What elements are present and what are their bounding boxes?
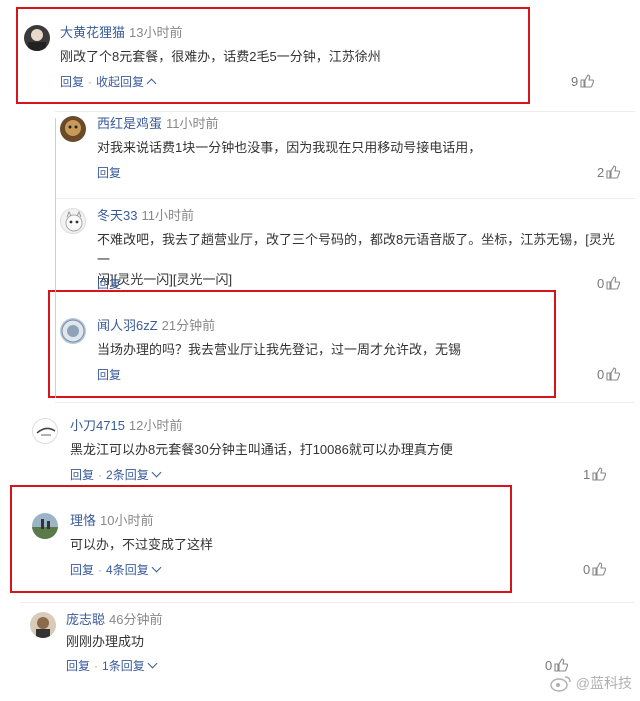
comment-text: 刚改了个8元套餐，很难办，话费2毛5一分钟，江苏徐州 (60, 49, 381, 64)
avatar[interactable] (32, 418, 58, 444)
comment-text: 可以办，不过变成了这样 (70, 537, 214, 552)
comment-text: 黑龙江可以办8元套餐30分钟主叫通话，打10086就可以办理真方便 (70, 442, 453, 457)
like-count: 2 (597, 165, 605, 180)
avatar[interactable] (32, 513, 58, 539)
expand-replies-button[interactable]: 1条回复 (102, 658, 158, 673)
reply-button[interactable]: 回复 (97, 166, 121, 180)
divider (20, 602, 635, 603)
username[interactable]: 庞志聪 (66, 612, 105, 627)
watermark: @蓝科技 (550, 673, 632, 695)
reply-button[interactable]: 回复 (97, 368, 121, 382)
expand-replies-button[interactable]: 2条回复 (106, 467, 162, 482)
like-button[interactable]: 0 (597, 276, 621, 292)
reply-button[interactable]: 回复 (66, 659, 90, 673)
username[interactable]: 大黄花狸猫 (60, 25, 125, 40)
like-button[interactable]: 9 (571, 74, 595, 90)
reply-button[interactable]: 回复 (97, 277, 121, 291)
expand-replies-button[interactable]: 4条回复 (106, 562, 162, 577)
timestamp: 21分钟前 (161, 318, 216, 333)
username[interactable]: 西红是鸡蛋 (97, 116, 162, 131)
username[interactable]: 理恪 (70, 513, 96, 528)
like-button[interactable]: 0 (545, 658, 569, 674)
username[interactable]: 闻人羽6zZ (97, 318, 158, 333)
username[interactable]: 冬天33 (97, 208, 137, 223)
timestamp: 11小时前 (141, 208, 194, 223)
reply-button[interactable]: 回复 (70, 468, 94, 482)
divider (55, 198, 635, 199)
chevron-down-icon (151, 467, 162, 478)
chevron-down-icon (147, 658, 158, 669)
comment-text: 当场办理的吗？我去营业厅让我先登记，过一周才允许改，无锡 (97, 342, 462, 357)
timestamp: 11小时前 (166, 116, 219, 131)
reply-button[interactable]: 回复 (60, 75, 84, 89)
weibo-logo-icon (550, 674, 572, 695)
like-button[interactable]: 2 (597, 165, 621, 181)
like-count: 0 (545, 658, 553, 673)
avatar[interactable] (30, 612, 56, 638)
timestamp: 10小时前 (100, 513, 154, 528)
like-count: 0 (583, 562, 591, 577)
like-button[interactable]: 0 (583, 562, 607, 578)
thumbs-up-icon (606, 276, 621, 290)
thumbs-up-icon (606, 367, 621, 381)
like-count: 0 (597, 276, 605, 291)
comment-text: 刚刚办理成功 (66, 634, 145, 649)
like-count: 9 (571, 74, 579, 89)
like-button[interactable]: 1 (583, 467, 607, 483)
watermark-text: @蓝科技 (575, 675, 632, 692)
divider (55, 111, 635, 112)
collapse-replies-button[interactable]: 收起回复 (96, 75, 157, 89)
avatar[interactable] (60, 318, 86, 344)
chevron-up-icon (146, 78, 157, 89)
timestamp: 12小时前 (128, 418, 183, 433)
comment-text: 对我来说话费1块一分钟也没事，因为我现在只用移动号接电话用， (97, 140, 482, 155)
timestamp: 46分钟前 (109, 612, 163, 627)
like-count: 0 (597, 367, 605, 382)
avatar[interactable] (24, 25, 50, 51)
reply-button[interactable]: 回复 (70, 563, 94, 577)
timestamp: 13小时前 (129, 25, 183, 40)
reply-thread-line (55, 118, 56, 398)
chevron-down-icon (151, 562, 162, 573)
comment-text-line: 不难改吧，我去了趟营业厅，改了三个号码的，都改8元语音版了。坐标，江苏无锡，[灵… (97, 232, 615, 267)
divider (55, 402, 635, 403)
thumbs-up-icon (554, 658, 569, 672)
thumbs-up-icon (592, 467, 607, 481)
avatar[interactable] (60, 116, 86, 142)
comment-text-line: 闪][灵光一闪][灵光一闪] (97, 272, 233, 287)
thumbs-up-icon (580, 74, 595, 88)
avatar[interactable] (60, 208, 86, 234)
comment-text: 不难改吧，我去了趟营业厅，改了三个号码的，都改8元语音版了。坐标，江苏无锡，[灵… (97, 230, 627, 290)
like-count: 1 (583, 467, 591, 482)
like-button[interactable]: 0 (597, 367, 621, 383)
thumbs-up-icon (606, 165, 621, 179)
thumbs-up-icon (592, 562, 607, 576)
username[interactable]: 小刀4715 (70, 418, 125, 433)
